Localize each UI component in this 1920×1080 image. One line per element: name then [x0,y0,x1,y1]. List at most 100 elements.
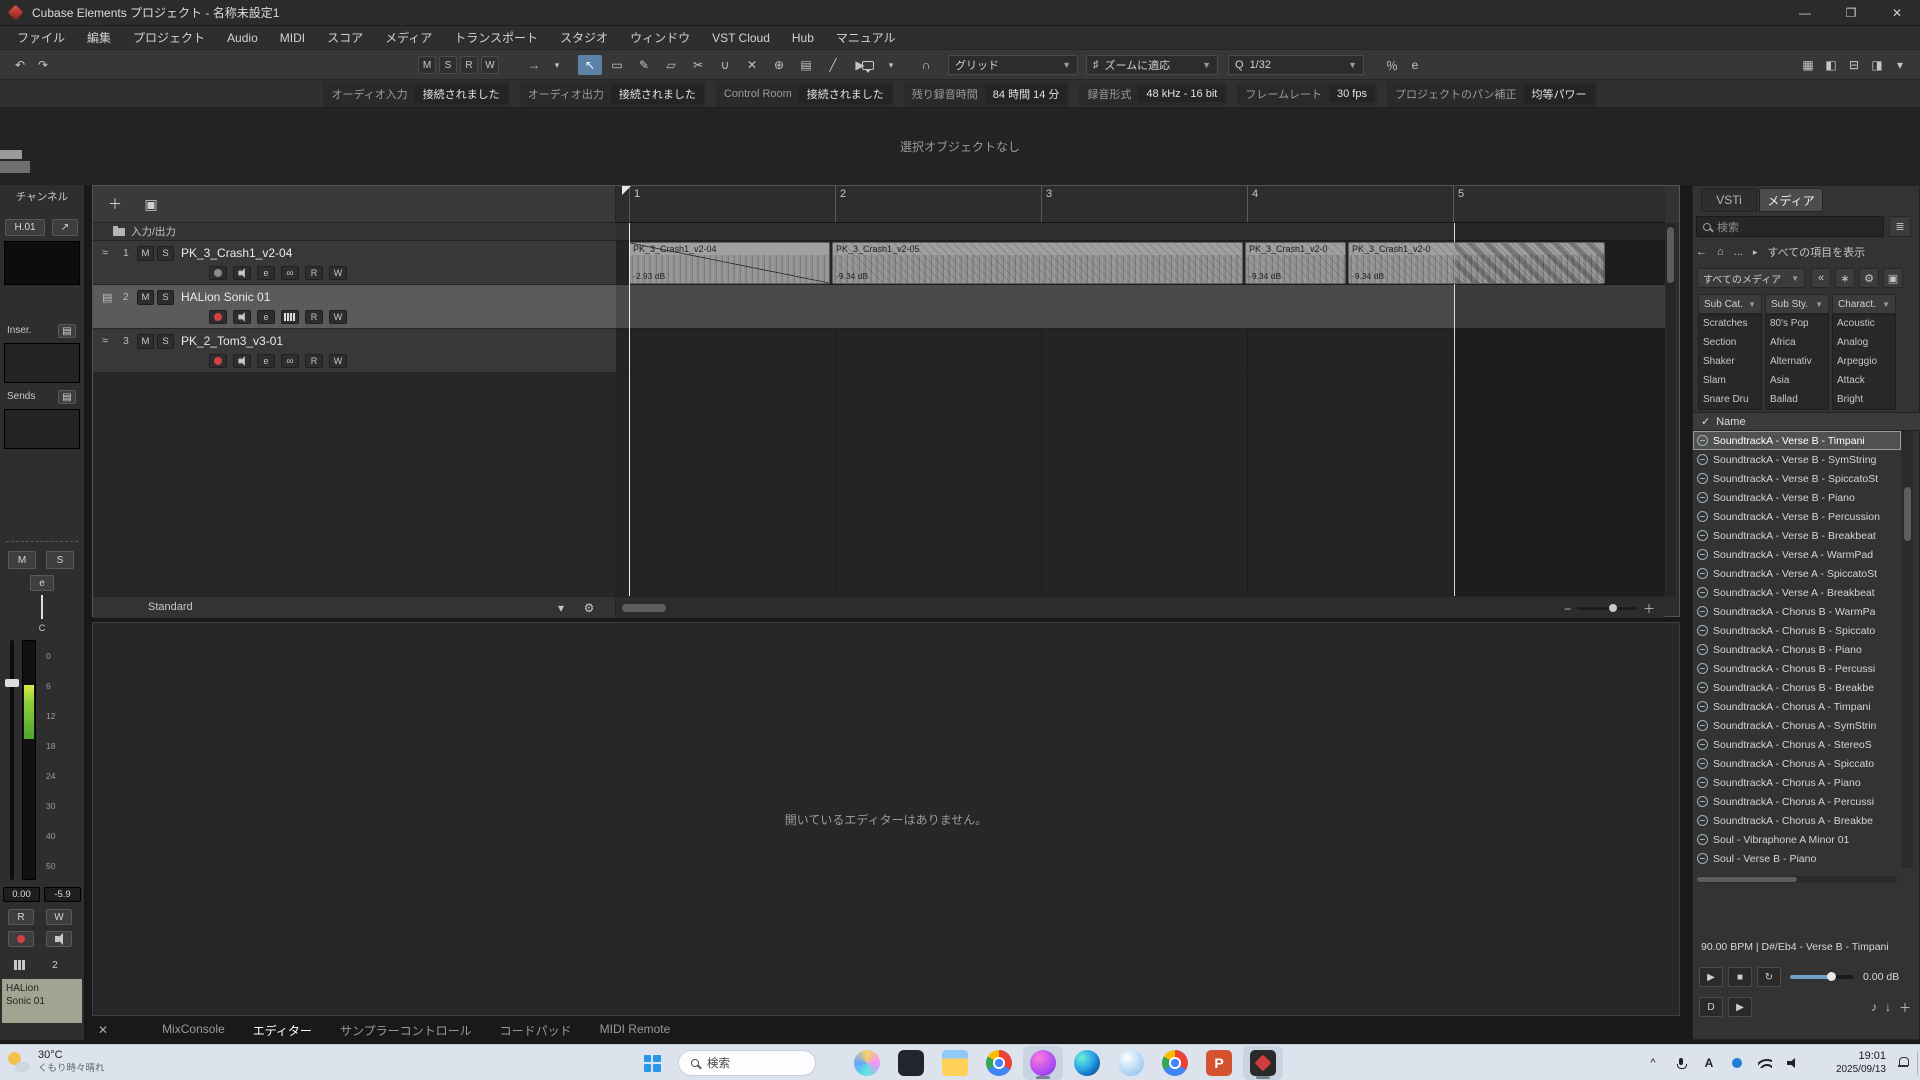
monitor-button[interactable] [46,931,72,947]
filter-value[interactable]: Asia [1766,372,1828,391]
setup-window-layout-icon[interactable]: ▾ [1890,55,1910,75]
channel-preset-button[interactable]: H.01 [5,219,45,236]
record-arm-button[interactable] [209,354,227,368]
home-icon[interactable]: ⌂ [1717,246,1724,258]
menu-item[interactable]: スタジオ [549,26,619,49]
media-list-item[interactable]: SoundtrackA - Chorus B - Spiccato [1693,621,1901,640]
sends-rack-icon[interactable]: ▤ [58,390,76,404]
track-row-audio-1[interactable]: ≈ 1 M S PK_3_Crash1_v2-04 e ∞ R W [93,241,616,285]
insert-down-icon[interactable]: ↓ [1885,1000,1891,1014]
filter-column-header-character[interactable]: Charact. ▼ [1832,294,1896,314]
write-automation-button[interactable]: W [329,310,347,324]
menu-item[interactable]: メディア [374,26,443,49]
undo-icon[interactable]: ↶ [10,55,30,75]
write-automation-button[interactable]: W [329,266,347,280]
add-icon[interactable]: ＋ [1899,999,1911,1016]
media-list-item[interactable]: SoundtrackA - Chorus B - Piano [1693,640,1901,659]
horizontal-scrollbar[interactable] [1697,876,1897,883]
status-segment[interactable]: 録音形式 48 kHz - 16 bit [1079,83,1227,105]
edit-channel-button[interactable]: e [257,266,275,280]
attribute-filter-icon[interactable]: ∗ [1835,268,1855,288]
menu-item[interactable]: スコア [316,26,374,49]
read-automation-button[interactable]: R [305,310,323,324]
filter-value[interactable]: Attack [1833,372,1895,391]
status-segment[interactable]: オーディオ入力 接続されました [323,81,509,107]
tab-media[interactable]: メディア [1759,188,1823,212]
filter-value[interactable]: Slam [1699,372,1761,391]
status-segment[interactable]: プロジェクトのパン補正 均等パワー [1387,81,1597,107]
scrollbar-thumb[interactable] [1667,227,1674,283]
filter-value[interactable]: Acoustic [1833,315,1895,334]
track-preset-value[interactable]: Standard [148,601,193,613]
open-mediabay-icon[interactable]: ▣ [1883,268,1903,288]
edit-channel-button[interactable]: e [257,310,275,324]
status-segment[interactable]: オーディオ出力 接続されました [520,81,706,107]
preview-play-button[interactable]: ▶ [1699,967,1723,987]
gear-icon[interactable]: ⚙ [579,598,599,618]
menu-item[interactable]: ファイル [6,26,76,49]
grid-type-dropdown[interactable]: グリッド ▼ [948,55,1078,75]
filter-column-header-substyle[interactable]: Sub Sty. ▼ [1765,294,1829,314]
peak-value[interactable]: -5.9 [44,887,81,902]
media-list-item[interactable]: SoundtrackA - Chorus B - Percussi [1693,659,1901,678]
global-state-button[interactable]: M [418,56,436,74]
audio-event[interactable]: PK_3_Crash1_v2-05 -9.34 dB [832,242,1243,284]
redo-icon[interactable]: ↷ [33,55,53,75]
edge-icon[interactable] [1067,1046,1107,1080]
chrome-icon[interactable] [979,1046,1019,1080]
filter-value[interactable]: Shaker [1699,353,1761,372]
track-solo-button[interactable]: S [157,334,174,349]
media-list-item[interactable]: SoundtrackA - Chorus B - Breakbe [1693,678,1901,697]
list-view-icon[interactable]: ≣ [1889,216,1911,237]
tab-sampler-control[interactable]: サンプラーコントロール [340,1022,472,1039]
show-all-items-label[interactable]: すべての項目を表示 [1767,244,1865,260]
zoom-tool[interactable]: ⊕ [767,55,791,75]
media-list-item[interactable]: SoundtrackA - Chorus A - Timpani [1693,697,1901,716]
media-list-item[interactable]: SoundtrackA - Verse A - WarmPad [1693,545,1901,564]
iterative-quantize-icon[interactable]: ％ [1382,55,1402,75]
powerpoint-icon[interactable]: P [1199,1046,1239,1080]
tab-midi-remote[interactable]: MIDI Remote [600,1022,671,1039]
track-name[interactable]: PK_3_Crash1_v2-04 [181,246,292,260]
comment-dropdown-icon[interactable] [858,55,878,75]
record-arm-button[interactable] [209,310,227,324]
filter-value[interactable]: Analog [1833,334,1895,353]
reset-filter-icon[interactable]: « [1811,268,1831,288]
media-list-item[interactable]: SoundtrackA - Chorus A - StereoS [1693,735,1901,754]
track-mute-button[interactable]: M [137,290,154,305]
line-tool[interactable]: ╱ [821,55,845,75]
auto-scroll-dropdown-icon[interactable]: ▾ [547,55,567,75]
track-list-empty-area[interactable] [93,373,616,596]
fader-cap[interactable] [5,679,19,687]
filter-value[interactable]: Section [1699,334,1761,353]
status-segment[interactable]: 残り録音時間 84 時間 14 分 [904,81,1070,107]
slider-handle[interactable] [1827,972,1836,981]
pan-value[interactable]: C [0,623,84,633]
window-layout-icon[interactable]: ▦ [1798,55,1818,75]
taskbar-search-input[interactable]: 検索 [678,1050,816,1076]
edit-channel-button[interactable]: e [30,575,54,591]
menu-item[interactable]: マニュアル [825,26,907,49]
audio-event[interactable]: PK_3_Crash1_v2-0 -9.34 dB [1245,242,1346,284]
tab-chord-pads[interactable]: コードパッド [500,1022,572,1039]
chrome-profile-icon[interactable] [1155,1046,1195,1080]
zoom-slider-handle[interactable] [1609,604,1617,612]
copilot-icon[interactable] [847,1046,887,1080]
read-automation-button[interactable]: R [305,266,323,280]
results-name-header[interactable]: ✓ Name [1693,412,1920,431]
write-automation-button[interactable]: W [46,909,72,925]
volume-icon[interactable] [1786,1058,1800,1068]
menu-item[interactable]: Audio [216,26,269,49]
filter-value[interactable]: Bright [1833,391,1895,410]
media-list-item[interactable]: SoundtrackA - Chorus A - Breakbe [1693,811,1901,830]
filter-value[interactable]: Alternativ [1766,353,1828,372]
channel-picture-box[interactable] [4,241,80,285]
weather-widget[interactable]: 30°C くもり時々晴れ [8,1049,105,1074]
quantize-dropdown[interactable]: Q 1/32 ▼ [1228,55,1364,75]
right-zone-toggle-icon[interactable]: ◨ [1867,55,1887,75]
media-list-item[interactable]: SoundtrackA - Verse B - SymString [1693,450,1901,469]
preview-volume-slider[interactable] [1790,975,1854,979]
media-list-item[interactable]: SoundtrackA - Chorus A - Spiccato [1693,754,1901,773]
glue-tool[interactable]: ∪ [713,55,737,75]
auto-scroll-icon[interactable]: → [524,55,544,75]
